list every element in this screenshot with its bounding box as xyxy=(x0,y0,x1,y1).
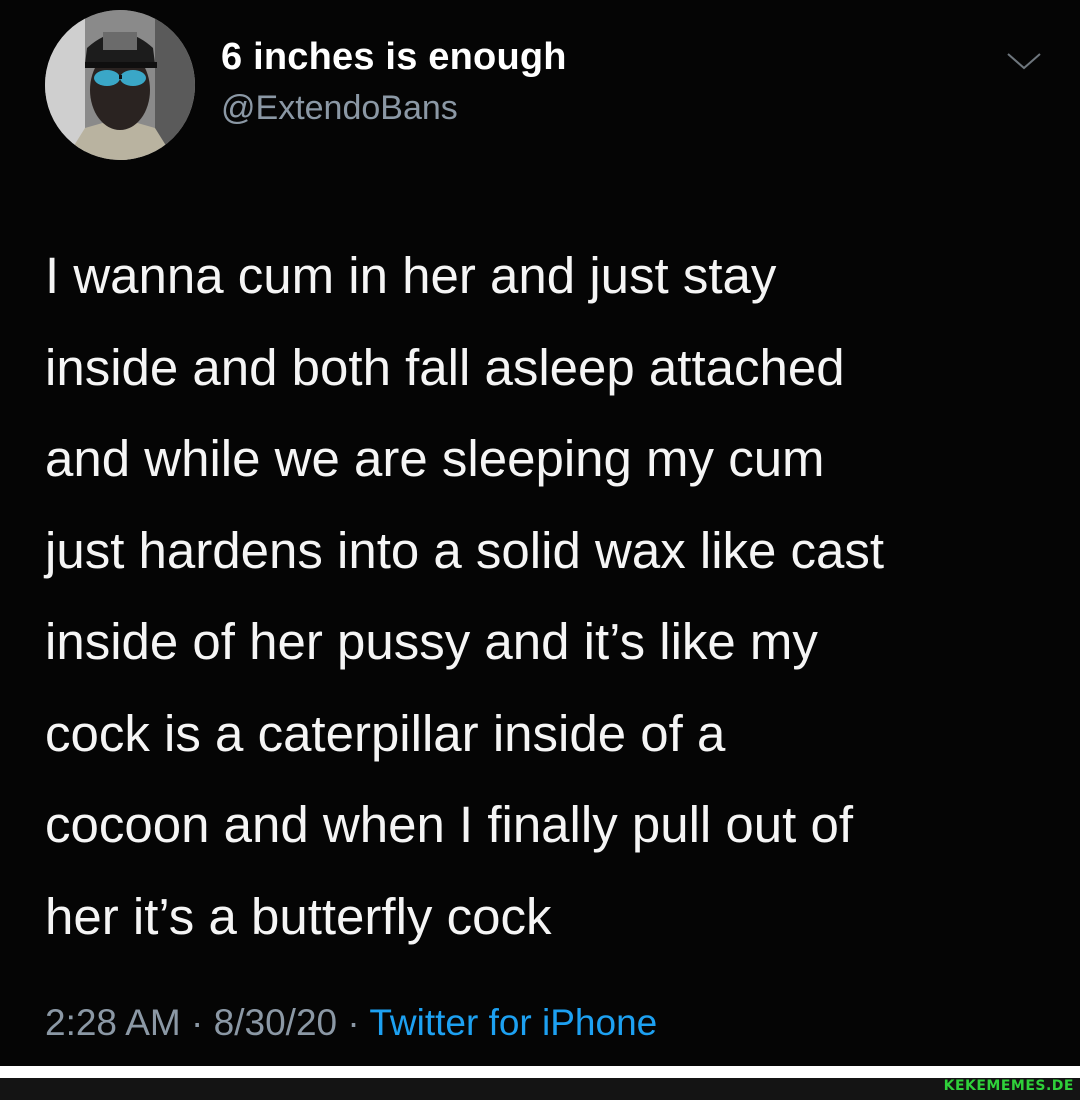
tweet-text-line: just hardens into a solid wax like cast xyxy=(45,521,885,579)
tweet-text-line: her it’s a butterfly cock xyxy=(45,887,552,945)
avatar-photo-icon xyxy=(45,10,195,160)
watermark: KEKEMEMES.DE xyxy=(943,1078,1074,1094)
footer-bar xyxy=(0,1066,1080,1100)
tweet-time[interactable]: 2:28 AM xyxy=(45,1002,181,1043)
avatar[interactable] xyxy=(45,10,195,160)
meta-separator: · xyxy=(337,1002,370,1043)
tweet-card: 6 inches is enough @ExtendoBans I wanna … xyxy=(0,0,1080,1066)
tweet-source-link[interactable]: Twitter for iPhone xyxy=(369,1002,657,1043)
tweet-text-line: inside and both fall asleep attached xyxy=(45,338,845,396)
tweet-text-line: I wanna cum in her and just stay xyxy=(45,247,777,304)
tweet-text-line: cocoon and when I finally pull out of xyxy=(45,796,854,853)
tweet-date[interactable]: 8/30/20 xyxy=(214,1002,337,1043)
tweet-text: I wanna cum in her and just stay inside … xyxy=(45,230,1055,962)
tweet-text-line: and while we are sleeping my cum xyxy=(45,430,825,487)
chevron-down-icon[interactable] xyxy=(1004,48,1044,74)
meta-separator: · xyxy=(180,1002,214,1043)
user-handle[interactable]: @ExtendoBans xyxy=(221,89,458,128)
tweet-text-line: cock is a caterpillar inside of a xyxy=(45,704,726,762)
display-name[interactable]: 6 inches is enough xyxy=(221,36,567,79)
tweet-meta: 2:28 AM · 8/30/20 · Twitter for iPhone xyxy=(45,1002,657,1044)
footer-strip xyxy=(0,1078,1080,1100)
tweet-text-line: inside of her pussy and it’s like my xyxy=(45,613,818,670)
